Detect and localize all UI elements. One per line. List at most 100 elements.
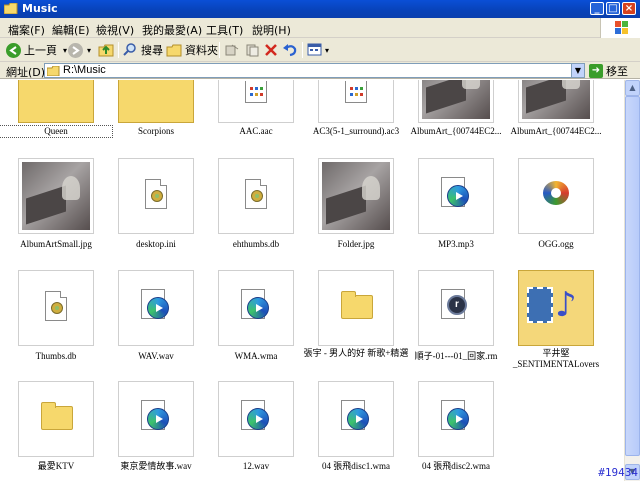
folders-button[interactable]: 資料夾 (166, 41, 218, 59)
scroll-up-icon[interactable]: ▲ (625, 80, 640, 96)
delete-button[interactable] (264, 41, 278, 59)
media-player-file-icon (218, 270, 294, 346)
file-name: AC3(5-1_surround).ac3 (312, 126, 400, 136)
window-title: Music (22, 2, 58, 15)
folder-icon (4, 3, 18, 14)
folders-icon (166, 44, 182, 57)
folder-thumbnail (18, 80, 94, 123)
file-name: 順子-01---01_回家.rm (414, 351, 498, 361)
file-name: OGG.ogg (538, 239, 574, 249)
search-icon (123, 43, 136, 56)
file-name: 最愛KTV (37, 461, 75, 471)
audio-file-icon (218, 80, 294, 123)
menu-view[interactable]: 檢視(V) (96, 22, 134, 38)
file-view[interactable]: Queen Scorpions AAC.aac AC3(5-1_surround… (0, 80, 624, 481)
folder-icon (318, 270, 394, 346)
back-dropdown-icon[interactable]: ▾ (63, 46, 67, 55)
copy-to-icon (246, 44, 259, 57)
album-art-thumbnail (418, 80, 494, 123)
up-button[interactable] (98, 41, 114, 59)
settings-file-icon (118, 158, 194, 234)
file-name: ehthumbs.db (232, 239, 280, 249)
menu-file[interactable]: 檔案(F) (8, 22, 45, 38)
views-dropdown-icon: ▾ (325, 45, 330, 55)
address-input[interactable]: R:\Music ▼ (44, 63, 585, 78)
scrollbar-thumb[interactable] (625, 96, 640, 456)
address-path: R:\Music (63, 64, 106, 76)
views-button[interactable]: ▾ (307, 41, 329, 59)
title-bar[interactable]: Music _ □ × (0, 0, 640, 18)
watermark: #19434 (598, 466, 638, 479)
file-name: AlbumArt_{00744EC2... (410, 126, 502, 136)
forward-button[interactable]: ▾ (68, 41, 91, 59)
ogg-file-icon (518, 158, 594, 234)
address-bar: 網址(D) R:\Music ▼ ➜ 移至 (0, 62, 640, 79)
menu-edit[interactable]: 編輯(E) (52, 22, 90, 38)
file-name: Queen (0, 125, 113, 138)
file-name: 平井堅 _SENTIMENTALovers (512, 348, 600, 369)
audio-file-icon (318, 80, 394, 123)
music-folder-thumbnail: ♪ (518, 270, 594, 346)
forward-dropdown-icon[interactable]: ▾ (87, 46, 91, 55)
media-player-file-icon (118, 381, 194, 457)
file-name: Scorpions (138, 126, 174, 136)
album-art-thumbnail (318, 158, 394, 234)
file-name: desktop.ini (136, 239, 176, 249)
back-arrow-icon (6, 42, 21, 58)
album-art-thumbnail (18, 158, 94, 234)
file-name: WMA.wma (234, 351, 278, 361)
close-button[interactable]: × (622, 2, 636, 15)
go-label: 移至 (606, 65, 628, 78)
search-button[interactable]: 搜尋 (122, 41, 163, 59)
windows-logo-icon (600, 18, 640, 38)
toolbar: 上一頁 ▾ ▾ 搜尋 資料夾 ▾ (0, 38, 640, 62)
file-name: 04 張飛disc1.wma (322, 461, 390, 471)
menu-help[interactable]: 說明(H) (252, 22, 291, 38)
address-dropdown-icon[interactable]: ▼ (571, 64, 584, 77)
settings-file-icon (18, 270, 94, 346)
media-player-file-icon (118, 270, 194, 346)
toolbar-separator (118, 42, 119, 58)
file-name: 張宇 - 男人的好 新歌+精選 (303, 348, 409, 358)
minimize-button[interactable]: _ (590, 2, 604, 15)
move-to-icon (225, 44, 239, 56)
toolbar-separator (302, 42, 303, 58)
back-label: 上一頁 (24, 44, 57, 57)
settings-file-icon (218, 158, 294, 234)
file-name: 04 張飛disc2.wma (422, 461, 490, 471)
folder-up-icon (98, 44, 114, 57)
back-button[interactable]: 上一頁 ▾ (6, 41, 67, 59)
media-player-file-icon (318, 381, 394, 457)
media-player-file-icon (218, 381, 294, 457)
file-name: Folder.jpg (337, 239, 375, 249)
move-to-button[interactable] (225, 41, 239, 59)
menu-bar: 檔案(F) 編輯(E) 檢視(V) 我的最愛(A) 工具(T) 說明(H) (0, 18, 640, 38)
menu-tools[interactable]: 工具(T) (206, 22, 243, 38)
maximize-button[interactable]: □ (606, 2, 620, 15)
copy-to-button[interactable] (245, 41, 259, 59)
go-arrow-icon: ➜ (589, 64, 603, 78)
folder-icon (47, 66, 60, 76)
file-name: Thumbs.db (35, 351, 77, 361)
file-name: MP3.mp3 (438, 239, 474, 249)
forward-arrow-icon (68, 42, 83, 58)
vertical-scrollbar[interactable]: ▲ ▼ (624, 80, 640, 481)
menu-favorites[interactable]: 我的最愛(A) (142, 22, 202, 38)
undo-icon (283, 44, 297, 57)
media-player-file-icon (418, 158, 494, 234)
media-player-file-icon (418, 381, 494, 457)
file-name: AAC.aac (239, 126, 273, 136)
search-label: 搜尋 (141, 44, 163, 57)
folder-icon (18, 381, 94, 457)
folders-label: 資料夾 (185, 44, 218, 57)
file-name: 東京愛情故事.wav (120, 461, 192, 471)
file-name: WAV.wav (138, 351, 174, 361)
file-name: AlbumArtSmall.jpg (20, 239, 92, 249)
undo-button[interactable] (282, 41, 298, 59)
address-label: 網址(D) (6, 66, 46, 79)
delete-icon (265, 44, 277, 56)
file-name: AlbumArt_{00744EC2... (510, 126, 602, 136)
folder-thumbnail (118, 80, 194, 123)
album-art-thumbnail (518, 80, 594, 123)
go-button[interactable]: ➜ 移至 (589, 63, 628, 79)
